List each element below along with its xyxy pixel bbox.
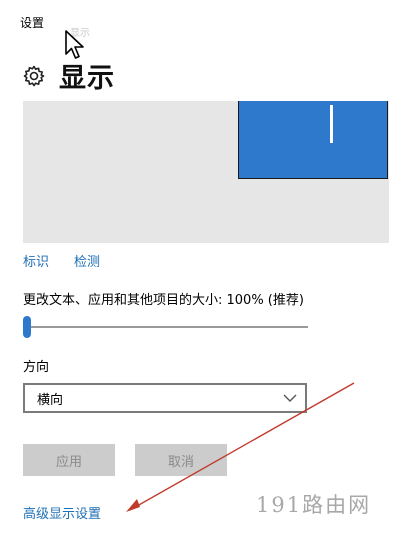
scale-slider-thumb[interactable]: [23, 316, 31, 338]
scale-slider-track[interactable]: [23, 326, 308, 328]
page-title: 显示: [59, 63, 115, 94]
monitor-marker: [330, 105, 333, 143]
watermark: 191路由网: [256, 493, 372, 517]
cancel-button[interactable]: 取消: [135, 444, 227, 476]
orientation-selected-value: 横向: [37, 392, 64, 408]
identify-link[interactable]: 标识: [23, 251, 49, 270]
detect-link[interactable]: 检测: [74, 251, 100, 270]
apply-button[interactable]: 应用: [23, 444, 115, 476]
orientation-label: 方向: [23, 360, 50, 375]
scale-label: 更改文本、应用和其他项目的大小: 100% (推荐): [23, 293, 304, 308]
window-title: 设置: [20, 16, 45, 30]
chevron-down-icon: [283, 394, 297, 402]
page-header: 显示: [22, 56, 115, 95]
monitor-1[interactable]: [238, 101, 388, 179]
orientation-select[interactable]: 横向: [23, 383, 307, 413]
gear-icon: [23, 65, 45, 86]
advanced-display-settings-link[interactable]: 高级显示设置: [23, 503, 101, 522]
monitor-arrangement-preview: [23, 101, 389, 243]
